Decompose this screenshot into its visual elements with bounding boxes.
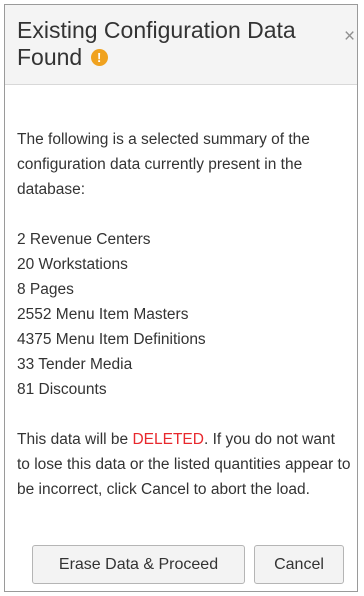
dialog-title: Existing Configuration Data Found ! [17,17,317,71]
summary-item-revenue-centers: 2 Revenue Centers [17,231,151,248]
erase-data-proceed-button[interactable]: Erase Data & Proceed [32,545,245,584]
dialog-title-text: Existing Configuration Data Found [17,17,296,70]
cancel-button[interactable]: Cancel [254,545,344,584]
summary-item-tender-media: 33 Tender Media [17,356,133,373]
warning-icon: ! [90,49,108,66]
warning-text: This data will be DELETED. If you do not… [17,427,352,502]
deleted-highlight: DELETED [132,431,204,448]
summary-list: 2 Revenue Centers 20 Workstations 8 Page… [17,227,352,402]
summary-item-discounts: 81 Discounts [17,381,107,398]
dialog-header: Existing Configuration Data Found ! × [5,5,357,85]
dialog-body: The following is a selected summary of t… [17,127,352,502]
dialog-footer: Erase Data & Proceed Cancel [5,545,357,591]
intro-text: The following is a selected summary of t… [17,131,310,198]
summary-item-menu-item-definitions: 4375 Menu Item Definitions [17,331,206,348]
close-icon[interactable]: × [344,27,355,46]
summary-item-pages: 8 Pages [17,281,74,298]
summary-item-workstations: 20 Workstations [17,256,128,273]
warning-text-before: This data will be [17,431,133,448]
configuration-dialog: Existing Configuration Data Found ! × Th… [4,4,358,592]
summary-item-menu-item-masters: 2552 Menu Item Masters [17,306,189,323]
